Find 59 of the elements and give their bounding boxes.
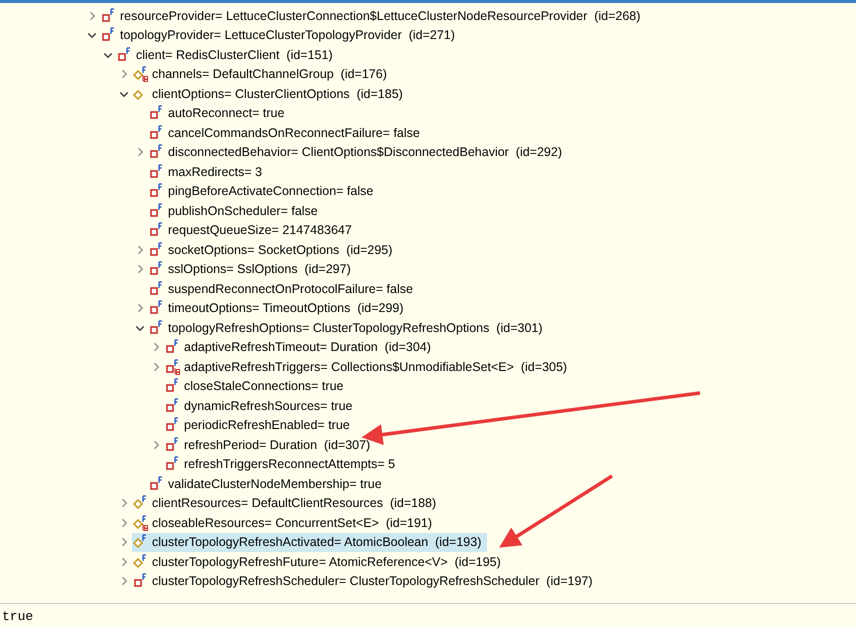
- field-icon: [132, 573, 148, 590]
- tree-item[interactable]: autoReconnect= true: [148, 104, 290, 123]
- field-icon: [148, 144, 164, 160]
- tree-item[interactable]: refreshPeriod= Duration (id=307): [164, 435, 376, 454]
- collection-field-icon: [164, 358, 180, 375]
- tree-item[interactable]: validateClusterNodeMembership= true: [148, 474, 388, 494]
- field-icon: [148, 202, 164, 219]
- field-icon: [132, 534, 148, 550]
- field-icon: [132, 554, 148, 570]
- tree-item[interactable]: topologyRefreshOptions= ClusterTopologyRefreshOptions (id=301): [148, 318, 549, 338]
- tree-item[interactable]: clusterTopologyRefreshFuture= AtomicReference<V> (id=195): [132, 552, 507, 572]
- tree-item[interactable]: dynamicRefreshSources= true: [164, 396, 358, 416]
- field-icon: [148, 261, 164, 278]
- tree-item[interactable]: refreshTriggersReconnectAttempts= 5: [164, 454, 402, 474]
- tree-item[interactable]: channels= DefaultChannelGroup (id=176): [132, 64, 393, 84]
- tree-item[interactable]: cancelCommandsOnReconnectFailure= false: [148, 123, 426, 142]
- field-icon: [164, 339, 180, 356]
- tree-item[interactable]: requestQueueSize= 2147483647: [148, 220, 358, 240]
- field-icon: [148, 300, 164, 316]
- tree-item[interactable]: clusterTopologyRefreshActivated= AtomicBoolean (id=193): [132, 532, 488, 552]
- tree-item[interactable]: periodicRefreshEnabled= true: [164, 416, 356, 435]
- tree-item[interactable]: disconnectedBehavior= ClientOptions$DisconnectedBehavior (id=292): [148, 142, 568, 162]
- tree-item[interactable]: pingBeforeActivateConnection= false: [148, 182, 380, 201]
- field-icon: [132, 495, 148, 512]
- field-icon: [148, 124, 164, 141]
- field-icon: [148, 164, 164, 180]
- field-icon: [100, 27, 116, 44]
- tree-item[interactable]: clientOptions= ClusterClientOptions (id=185): [132, 84, 409, 104]
- field-icon: [148, 280, 164, 297]
- tree-item[interactable]: suspendReconnectOnProtocolFailure= false: [148, 279, 419, 298]
- tree-item[interactable]: closeStaleConnections= true: [164, 376, 350, 396]
- tree-item[interactable]: topologyProvider= LettuceClusterTopologyProvider (id=271): [100, 26, 461, 45]
- field-icon: [164, 436, 180, 453]
- collection-field-icon: [132, 514, 148, 531]
- field-icon: [148, 242, 164, 258]
- tree-item[interactable]: client= RedisClusterClient (id=151): [116, 45, 339, 64]
- tree-item[interactable]: maxRedirects= 3: [148, 162, 268, 182]
- tree-item[interactable]: timeoutOptions= TimeoutOptions (id=299): [148, 298, 410, 318]
- field-icon: [164, 456, 180, 472]
- field-icon: [164, 398, 180, 414]
- tree-item[interactable]: clientResources= DefaultClientResources (id=188): [132, 494, 442, 513]
- tree-item[interactable]: socketOptions= SocketOptions (id=295): [148, 240, 398, 260]
- tree-item[interactable]: publishOnScheduler= false: [148, 201, 324, 220]
- tree-item[interactable]: closeableResources= ConcurrentSet<E> (id=191): [132, 513, 438, 532]
- tree-item[interactable]: adaptiveRefreshTimeout= Duration (id=304): [164, 338, 437, 357]
- field-icon: [100, 8, 116, 24]
- field-icon: [148, 183, 164, 200]
- field-icon: [148, 320, 164, 336]
- tree-item[interactable]: sslOptions= SslOptions (id=297): [148, 260, 357, 279]
- field-icon: [116, 46, 132, 63]
- field-icon: [148, 222, 164, 238]
- collection-field-icon: [132, 66, 148, 82]
- field-icon: [164, 417, 180, 434]
- tree-item[interactable]: adaptiveRefreshTriggers= Collections$UnmodifiableSet<E> (id=305): [164, 357, 574, 376]
- tree-item[interactable]: resourceProvider= LettuceClusterConnection$LettuceClusterNodeResourceProvider (id=268): [100, 6, 646, 26]
- field-icon: [148, 105, 164, 122]
- tree-item[interactable]: clusterTopologyRefreshScheduler= ClusterTopologyRefreshScheduler (id=197): [132, 572, 599, 591]
- field-icon: [164, 378, 180, 394]
- field-icon: [148, 476, 164, 492]
